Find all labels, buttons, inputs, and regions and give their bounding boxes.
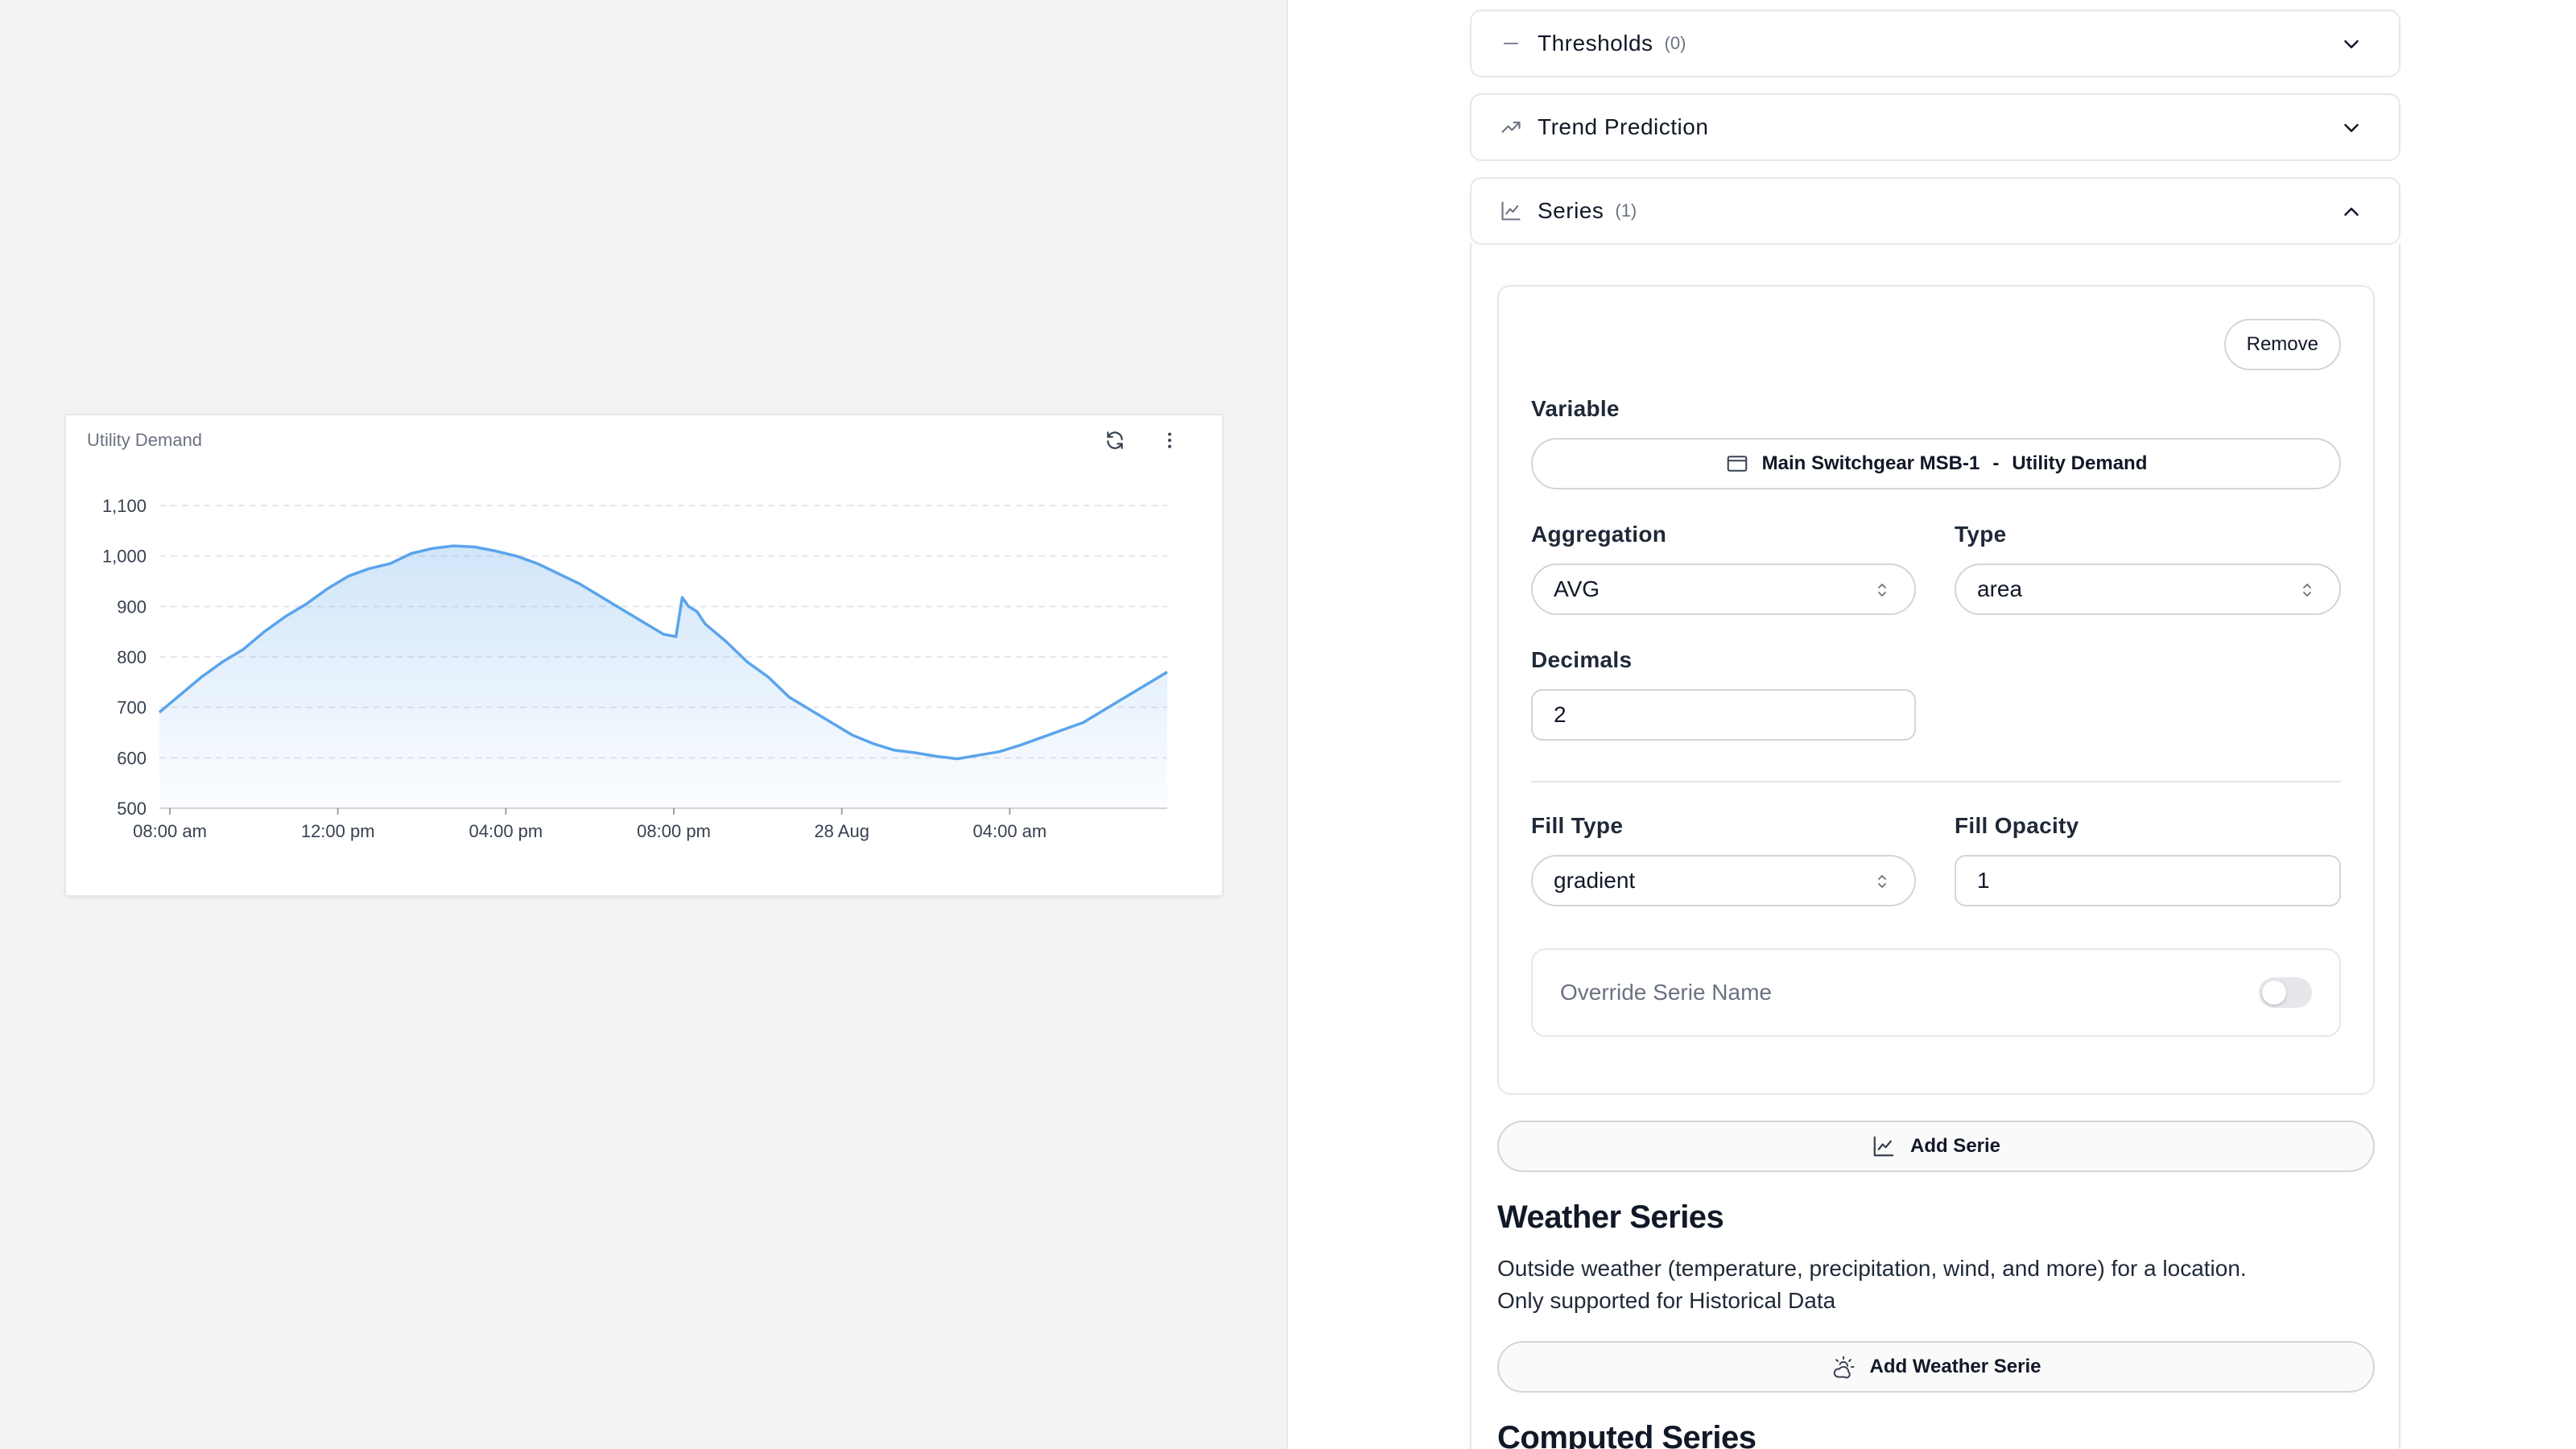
override-serie-name-label: Override Serie Name <box>1560 980 1772 1005</box>
toggle-knob <box>2262 980 2286 1005</box>
y-tick-label: 700 <box>117 698 147 718</box>
override-serie-name-row: Override Serie Name <box>1531 948 2341 1037</box>
add-serie-button[interactable]: Add Serie <box>1497 1121 2375 1172</box>
type-value: area <box>1977 576 2023 601</box>
thresholds-title: Thresholds <box>1538 31 1653 56</box>
y-tick-label: 1,100 <box>102 496 147 516</box>
fill-type-value: gradient <box>1554 868 1636 893</box>
chevrons-up-down-icon <box>1872 871 1892 892</box>
weather-series-description: Outside weather (temperature, precipitat… <box>1497 1253 2383 1317</box>
x-tick-label: 28 Aug <box>814 821 869 841</box>
trending-up-icon <box>1499 115 1523 139</box>
x-tick-label: 12:00 pm <box>301 821 375 841</box>
fill-type-select[interactable]: gradient <box>1531 855 1916 906</box>
remove-series-button[interactable]: Remove <box>2223 319 2341 370</box>
x-tick-label: 08:00 am <box>133 821 207 841</box>
add-weather-serie-button[interactable]: Add Weather Serie <box>1497 1341 2375 1393</box>
line-chart-icon <box>1872 1134 1896 1158</box>
trend-prediction-accordion[interactable]: Trend Prediction <box>1470 93 2401 161</box>
add-serie-label: Add Serie <box>1909 1135 2001 1157</box>
aggregation-label: Aggregation <box>1531 522 1667 547</box>
type-select[interactable]: area <box>1955 564 2341 615</box>
chevron-down-icon <box>2339 116 2363 140</box>
device-icon <box>1725 452 1749 476</box>
fill-opacity-input[interactable]: 1 <box>1955 855 2341 906</box>
type-label: Type <box>1955 522 2007 547</box>
series-title: Series <box>1538 198 1604 223</box>
trend-prediction-title: Trend Prediction <box>1538 114 1709 139</box>
x-tick-label: 04:00 am <box>973 821 1047 841</box>
aggregation-value: AVG <box>1554 576 1600 601</box>
chevrons-up-down-icon <box>1872 580 1892 601</box>
series-accordion-body: Remove Variable Main Switchgear MSB-1 - … <box>1470 243 2401 1449</box>
series-item-card: Remove Variable Main Switchgear MSB-1 - … <box>1497 285 2375 1095</box>
decimals-input[interactable]: 2 <box>1531 689 1916 741</box>
variable-selector[interactable]: Main Switchgear MSB-1 - Utility Demand <box>1531 438 2341 489</box>
minus-icon <box>1499 31 1523 56</box>
y-tick-label: 800 <box>117 647 147 667</box>
variable-separator: - <box>1992 452 2000 474</box>
line-chart-icon <box>1499 199 1523 223</box>
chart-widget: Utility Demand 500 600 700 800 900 1,000 1,100… <box>64 414 1224 897</box>
chevrons-up-down-icon <box>2297 580 2317 601</box>
x-tick-label: 08:00 pm <box>637 821 711 841</box>
variable-label: Variable <box>1531 396 1620 421</box>
section-divider <box>1531 781 2341 782</box>
dashboard-preview: Utility Demand 500 600 700 800 900 1,000 1,100… <box>0 0 1288 1449</box>
thresholds-accordion[interactable]: Thresholds (0) <box>1470 10 2401 77</box>
computed-series-title: Computed Series <box>1497 1420 1757 1449</box>
fill-opacity-value: 1 <box>1977 868 1990 893</box>
series-count: (1) <box>1615 200 1637 221</box>
variable-device-name: Main Switchgear MSB-1 <box>1761 452 1980 474</box>
fill-opacity-label: Fill Opacity <box>1955 813 2079 838</box>
weather-series-title: Weather Series <box>1497 1199 1724 1235</box>
series-accordion[interactable]: Series (1) <box>1470 177 2401 245</box>
y-tick-label: 600 <box>117 748 147 768</box>
weather-desc-line1: Outside weather (temperature, precipitat… <box>1497 1256 2247 1281</box>
chevron-up-icon <box>2339 200 2363 224</box>
y-tick-label: 500 <box>117 799 147 819</box>
fill-type-label: Fill Type <box>1531 813 1624 838</box>
thresholds-count: (0) <box>1664 33 1686 53</box>
decimals-value: 2 <box>1554 702 1567 727</box>
series-area <box>159 546 1167 808</box>
add-weather-serie-label: Add Weather Serie <box>1869 1356 2041 1377</box>
chevron-down-icon <box>2339 32 2363 56</box>
decimals-label: Decimals <box>1531 647 1633 672</box>
y-tick-label: 1,000 <box>102 547 147 567</box>
y-tick-label: 900 <box>117 597 147 617</box>
x-tick-label: 04:00 pm <box>469 821 543 841</box>
variable-name: Utility Demand <box>2012 452 2148 474</box>
weather-desc-line2: Only supported for Historical Data <box>1497 1288 1836 1313</box>
override-serie-name-toggle[interactable] <box>2259 977 2312 1008</box>
config-column: Thresholds (0) Trend Prediction Series (… <box>1470 0 2401 1449</box>
aggregation-select[interactable]: AVG <box>1531 564 1916 615</box>
config-panel: Thresholds (0) Trend Prediction Series (… <box>1288 0 2576 1449</box>
utility-demand-chart: 500 600 700 800 900 1,000 1,100 08:00 am 12:00 … <box>102 496 1168 841</box>
cloud-sun-icon <box>1831 1355 1856 1379</box>
